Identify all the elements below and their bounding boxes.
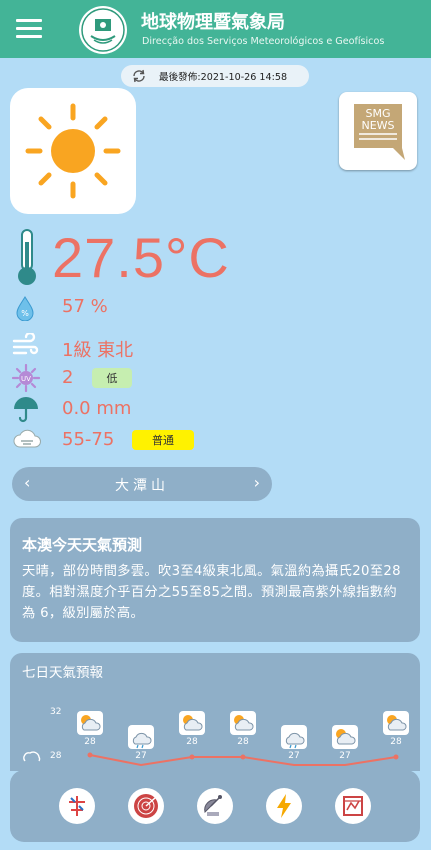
radar-icon <box>134 794 158 818</box>
sunny-icon <box>25 103 121 199</box>
humidity-icon: % <box>16 296 34 321</box>
smg-logo <box>79 6 127 54</box>
wind-icon <box>12 333 39 355</box>
bottom-toolbar <box>10 770 420 842</box>
location-name: 大潭山 <box>115 478 169 494</box>
thermometer-icon <box>18 229 36 285</box>
cloud-rain-icon <box>281 725 307 749</box>
air-quality-icon <box>13 429 41 448</box>
uv-icon: UV <box>12 364 40 392</box>
rainfall-value: 0.0 mm <box>62 398 132 419</box>
sun-cloud-icon <box>77 711 103 735</box>
radar-button[interactable] <box>128 788 164 824</box>
published-text: 最後發佈:2021-10-26 14:58 <box>159 72 288 83</box>
uv-level-badge: 低 <box>92 368 132 388</box>
satellite-button[interactable] <box>197 788 233 824</box>
warning-map-button[interactable] <box>335 788 371 824</box>
day-high-temp: 28 <box>84 737 96 747</box>
menu-icon[interactable] <box>16 19 42 39</box>
humidity-value: 57 % <box>62 296 108 317</box>
sun-cloud-icon <box>332 725 358 749</box>
svg-text:%: % <box>21 309 29 318</box>
wind-value: 1級 東北 <box>62 340 134 361</box>
day-high-temp: 27 <box>135 751 147 761</box>
refresh-icon[interactable] <box>131 69 147 83</box>
day-high-temp: 28 <box>186 737 198 747</box>
typhoon-icon <box>69 796 85 816</box>
umbrella-icon <box>14 397 38 423</box>
day-high-temp: 27 <box>288 751 300 761</box>
published-time[interactable]: 最後發佈:2021-10-26 14:58 <box>121 65 309 87</box>
satellite-icon <box>204 795 222 816</box>
sun-cloud-icon <box>179 711 205 735</box>
svg-text:UV: UV <box>21 375 31 383</box>
lightning-button[interactable] <box>266 788 302 824</box>
day-high-temp: 27 <box>339 751 351 761</box>
location-selector: ‹ 大潭山 › <box>12 467 272 501</box>
typhoon-button[interactable] <box>59 788 95 824</box>
warning-map-icon <box>343 796 363 816</box>
temperature-trend-line <box>87 752 399 767</box>
location-next-button[interactable]: › <box>254 473 260 492</box>
cloud-rain-icon <box>128 725 154 749</box>
sun-cloud-icon <box>383 711 409 735</box>
day-high-temp: 28 <box>237 737 249 747</box>
app-title: 地球物理暨氣象局 <box>141 12 285 33</box>
day-high-temp: 28 <box>390 737 402 747</box>
sun-cloud-icon <box>230 711 256 735</box>
air-quality-level-badge: 普通 <box>132 430 194 450</box>
weather-status-card[interactable] <box>10 88 136 214</box>
news-label-2: NEWS <box>361 119 394 132</box>
lightning-icon <box>277 794 291 818</box>
air-quality-value: 55-75 <box>62 429 115 450</box>
temperature-value: 27.5°C <box>52 226 230 289</box>
app-header: 地球物理暨氣象局 Direcção dos Serviços Meteoroló… <box>0 0 431 58</box>
forecast-title: 本澳今天天氣預測 <box>22 536 143 554</box>
news-bubble-icon: SMG NEWS <box>354 104 405 160</box>
seven-day-forecast[interactable]: 七日天氣預報 32 28 28 27 28 28 27 27 28 <box>10 653 420 771</box>
smg-news-button[interactable]: SMG NEWS <box>339 92 417 170</box>
today-forecast-card[interactable]: 本澳今天天氣預測 天晴，部份時間多雲。吹3至4級東北風。氣溫約為攝氏20至28度… <box>10 518 420 642</box>
app-subtitle: Direcção dos Serviços Meteorológicos e G… <box>142 36 385 47</box>
uv-value: 2 <box>62 367 74 388</box>
forecast-body: 天晴，部份時間多雲。吹3至4級東北風。氣溫約為攝氏20至28度。相對濕度介乎百分… <box>22 564 401 621</box>
